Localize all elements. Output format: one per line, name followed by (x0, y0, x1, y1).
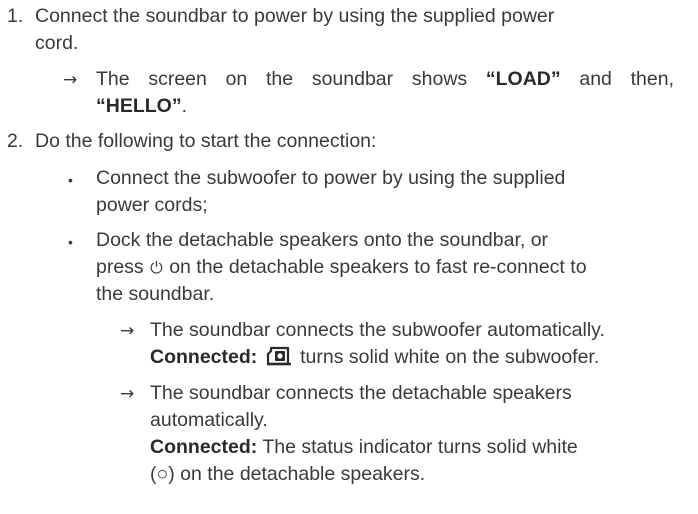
step-1-text-line-2: cord. (35, 32, 79, 54)
bullet-1-line-1: Connect the subwoofer to power by using … (96, 167, 566, 189)
bullet-2-press: press (96, 256, 144, 278)
arrow-icon: → (63, 70, 78, 90)
step-1-result-pre: The screen on the soundbar shows (96, 68, 486, 90)
result-b-line-3-rest: The status indicator turns solid white (257, 436, 578, 458)
step-2-number: 2. (7, 130, 24, 152)
hello-text: “HELLO” (96, 95, 182, 117)
bullet-2-line-1: Dock the detachable speakers onto the so… (96, 229, 549, 251)
bullet-1-line-2: power cords; (96, 194, 208, 216)
bullet-icon: • (68, 234, 73, 250)
result-b-line-4: (○) on the detachable speakers. (150, 463, 426, 485)
step-2-intro: Do the following to start the connection… (35, 130, 377, 152)
result-a-line-1: The soundbar connects the subwoofer auto… (150, 319, 605, 341)
arrow-icon: → (120, 384, 135, 404)
load-text: “LOAD” (485, 68, 561, 90)
arrow-icon: → (120, 321, 135, 341)
power-icon: ⏻ (150, 258, 163, 277)
step-1-text-line-1: Connect the soundbar to power by using t… (35, 5, 555, 27)
result-b-line-3: Connected: The status indicator turns so… (150, 434, 578, 461)
bullet-icon: • (68, 172, 73, 188)
result-a-line-2: Connected: turns solid white on the subw… (150, 344, 599, 371)
bullet-2-line-2: press ⏻ on the detachable speakers to fa… (96, 254, 587, 281)
result-b-line-2: automatically. (150, 409, 268, 431)
result-b-line-1: The soundbar connects the detachable spe… (150, 382, 572, 404)
connected-label: Connected: (150, 436, 258, 458)
subwoofer-icon (266, 346, 291, 366)
step-1-result-mid: and then, (560, 68, 674, 90)
step-1-result-line-1: The screen on the soundbar shows “LOAD” … (96, 66, 674, 93)
bullet-2-line-2-rest: on the detachable speakers to fast re-co… (169, 256, 587, 278)
step-1-number: 1. (7, 5, 24, 27)
step-1-result-line-2: “HELLO”. (96, 93, 187, 120)
result-a-line-2-rest: turns solid white on the subwoofer. (300, 346, 600, 368)
bullet-2-line-3: the soundbar. (96, 283, 215, 305)
connected-label: Connected: (150, 346, 258, 368)
step-1-result-post: . (181, 95, 188, 117)
